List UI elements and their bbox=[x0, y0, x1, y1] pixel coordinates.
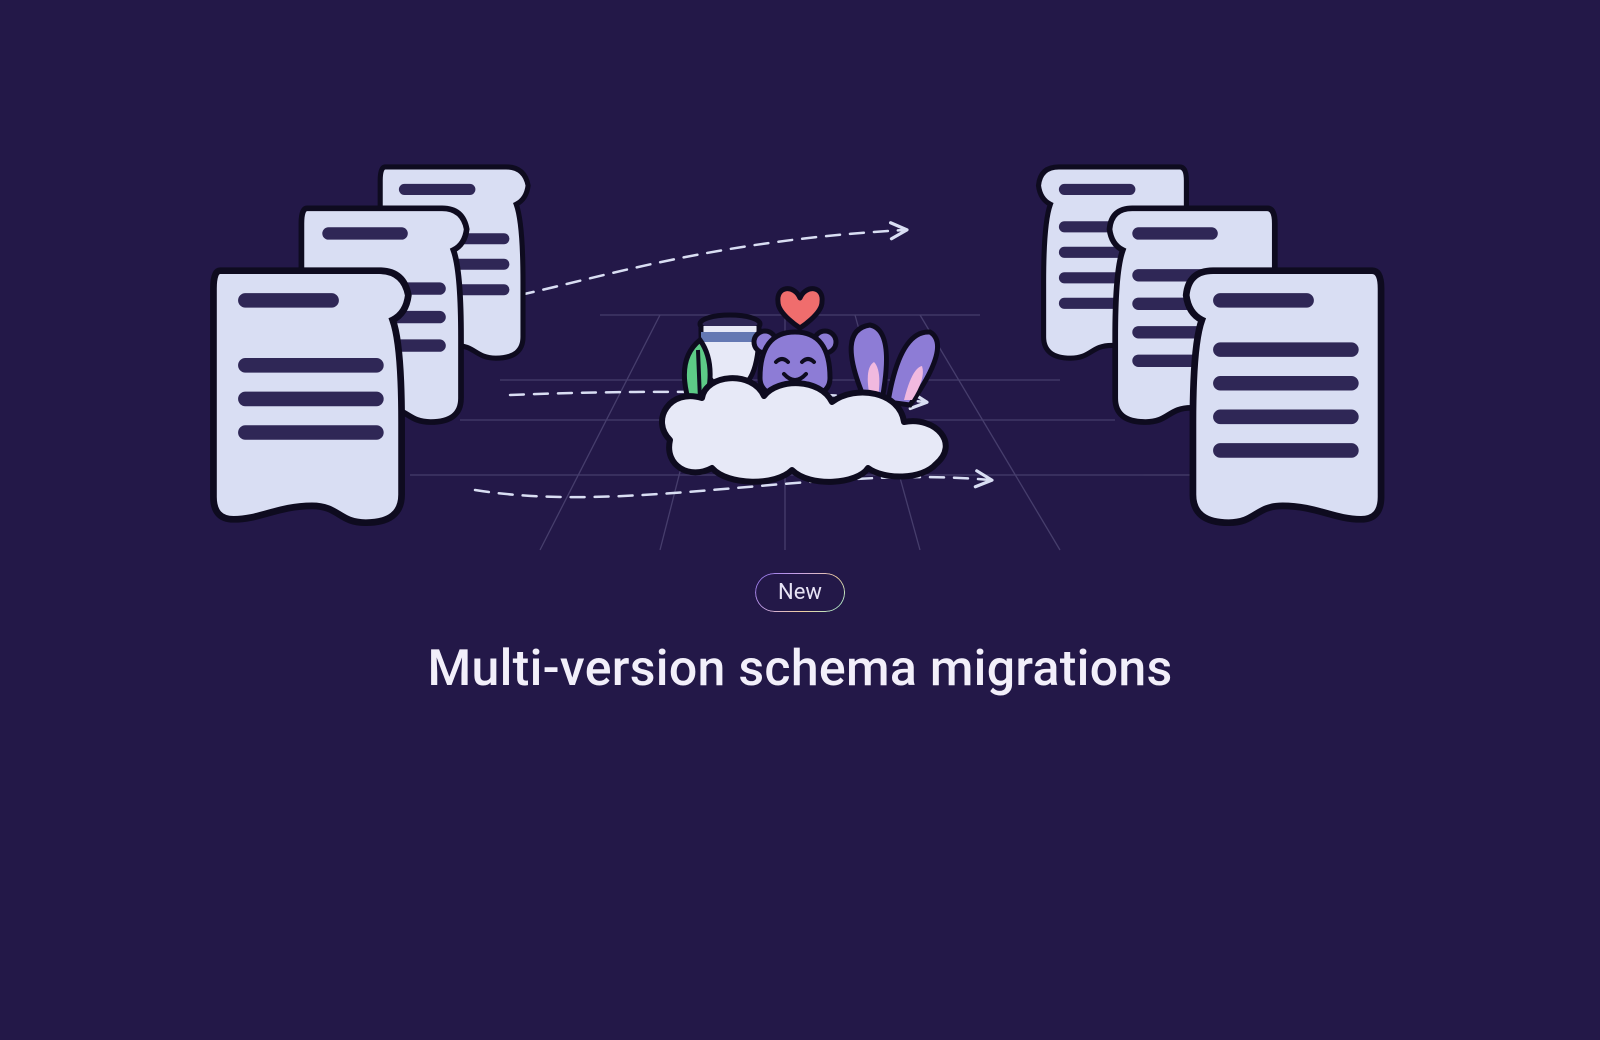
center-mascot bbox=[662, 289, 946, 482]
doc-left-1 bbox=[213, 271, 408, 523]
new-badge-label: New bbox=[778, 580, 822, 605]
hero-stage: New Multi-version schema migrations bbox=[0, 0, 1600, 1040]
hero-illustration bbox=[160, 120, 1440, 560]
doc-right-1 bbox=[1186, 271, 1381, 523]
page-title: Multi-version schema migrations bbox=[427, 640, 1172, 698]
new-badge: New bbox=[755, 573, 845, 612]
